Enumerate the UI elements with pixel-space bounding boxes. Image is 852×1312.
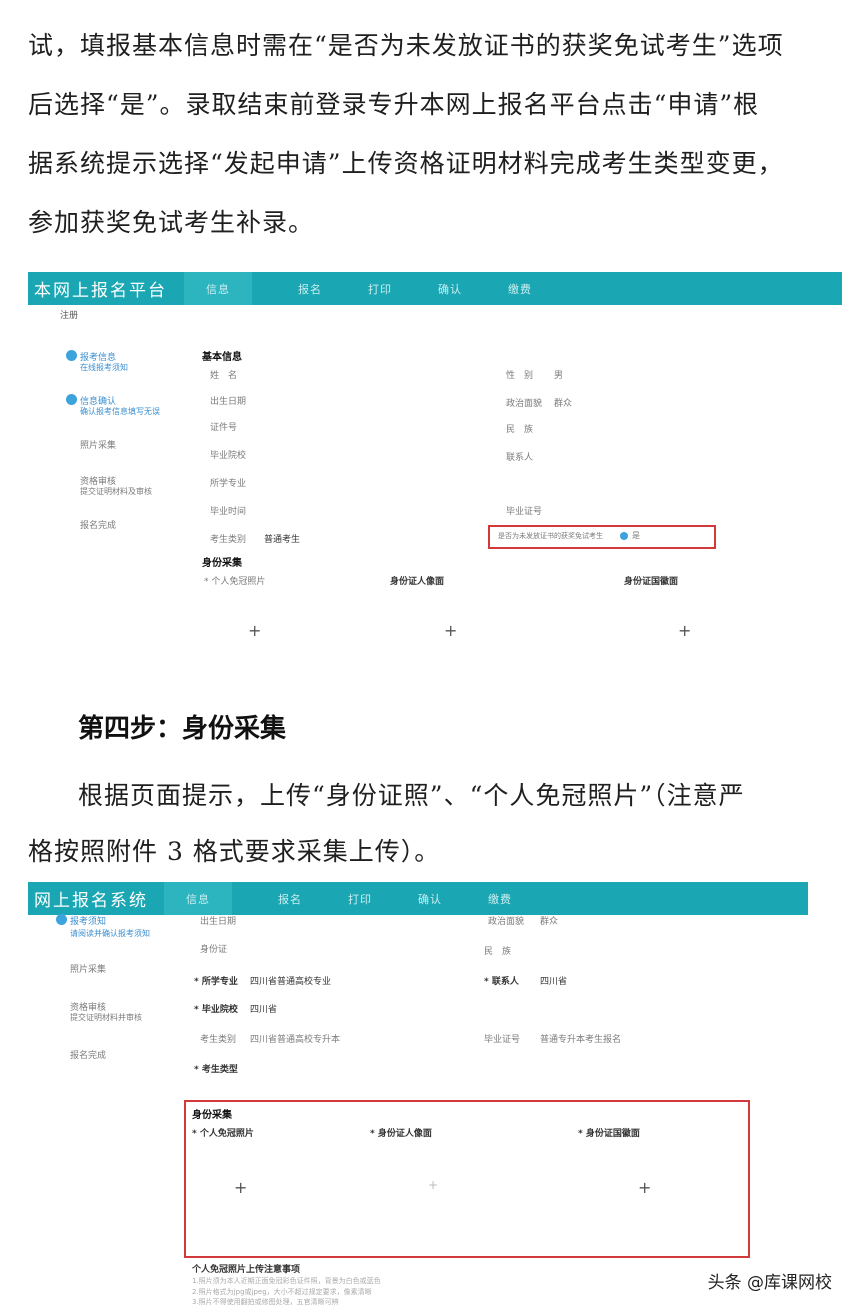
sidebar2-step-1[interactable]: 报考须知: [70, 914, 106, 927]
f2-label-politics: 政治面貌: [488, 917, 525, 927]
tab-confirm[interactable]: 确认: [438, 281, 462, 297]
tab2-confirm[interactable]: 确认: [418, 891, 442, 907]
radio-yes-label: 是: [632, 531, 640, 540]
tab-info[interactable]: 信息: [184, 272, 252, 305]
platform-title: 本网上报名平台: [34, 281, 167, 301]
field-label-ethnic: 民 族: [506, 425, 534, 435]
tab2-info[interactable]: 信息: [164, 882, 232, 915]
field-label-politics: 政治面貌: [506, 399, 543, 409]
screenshot-identity-collection: 网上报名系统 信息 报名 打印 确认 缴费 报考须知 请阅读并确认报考须知 照片…: [28, 882, 808, 1306]
f2-value-major: 四川省普通高校专业: [250, 977, 332, 987]
photo-note-3: 3.照片不得使用翻拍或修图处理，五官清晰可辨: [192, 1298, 339, 1306]
f2-value-cert: 普通专升本考生报名: [540, 1035, 622, 1045]
upload2-id-front-plus-icon[interactable]: +: [428, 1178, 438, 1192]
f2-label-birth: 出生日期: [200, 917, 237, 927]
f2-value-school: 四川省: [250, 1005, 278, 1015]
photo-note-2: 2.照片格式为jpg或jpeg，大小不超过规定要求，像素清晰: [192, 1288, 372, 1296]
intro-line-2: 后选择“是”。录取结束前登录专升本网上报名平台点击“申请”根: [28, 90, 760, 119]
top-nav-bar: 本网上报名平台 信息 报名 打印 确认 缴费: [28, 272, 842, 305]
screenshot-registration-form: 本网上报名平台 信息 报名 打印 确认 缴费 注册 报考信息 在线报考须知 信息…: [28, 272, 842, 658]
f2-label-contact: * 联系人: [484, 977, 519, 987]
sidebar2-step-2[interactable]: 照片采集: [70, 962, 106, 975]
field-value-politics: 群众: [554, 399, 573, 409]
step2-dot-1: [56, 914, 67, 925]
upload-label-id-back: 身份证国徽面: [624, 577, 679, 587]
step-dot-1: [66, 350, 77, 361]
photo-notes-title: 个人免冠照片上传注意事项: [192, 1265, 301, 1275]
field-label-major: 所学专业: [210, 479, 247, 489]
tab2-register[interactable]: 报名: [278, 891, 302, 907]
intro-line-3: 据系统提示选择“发起申请”上传资格证明材料完成考生类型变更，: [28, 149, 784, 178]
upload-photo-plus-icon[interactable]: +: [248, 621, 261, 640]
f2-label-ethnic: 民 族: [484, 947, 512, 957]
tab-print[interactable]: 打印: [368, 281, 392, 297]
field-label-gender: 性 别: [506, 371, 534, 381]
top-nav-bar-2: 网上报名系统 信息 报名 打印 确认 缴费: [28, 882, 808, 915]
f2-label-major: * 所学专业: [194, 977, 238, 987]
field-label-cert-no: 毕业证号: [506, 507, 543, 517]
section2-identity: 身份采集: [192, 1110, 232, 1121]
f2-value-category: 四川省普通高校专升本: [250, 1035, 341, 1045]
upload2-label-id-front: * 身份证人像面: [370, 1129, 432, 1139]
f2-label-cert: 毕业证号: [484, 1035, 521, 1045]
f2-label-school: * 毕业院校: [194, 1005, 238, 1015]
photo-note-1: 1.照片须为本人近期正面免冠彩色证件照，背景为白色或蓝色: [192, 1277, 381, 1285]
section-identity: 身份采集: [202, 558, 242, 569]
sidebar-step-5[interactable]: 报名完成: [80, 518, 116, 531]
upload-id-front-plus-icon[interactable]: +: [444, 621, 457, 640]
sidebar2-step-3-sub: 提交证明材料并审核: [70, 1013, 142, 1022]
field-value-category: 普通考生: [264, 535, 301, 545]
field-label-name: 姓 名: [210, 371, 238, 381]
f2-label-type: * 考生类型: [194, 1065, 238, 1075]
field-label-birth: 出生日期: [210, 397, 247, 407]
highlight-identity-upload: [184, 1100, 750, 1258]
system-title: 网上报名系统: [34, 891, 148, 911]
breadcrumb: 注册: [60, 311, 79, 321]
upload-label-photo: * 个人免冠照片: [204, 577, 266, 587]
field-value-gender: 男: [554, 371, 564, 381]
radio-yes-selected[interactable]: [620, 532, 628, 540]
tab-register[interactable]: 报名: [298, 281, 322, 297]
sidebar2-step-1-sub: 请阅读并确认报考须知: [70, 929, 150, 938]
step4-line-2: 格按照附件 3 格式要求采集上传）。: [28, 837, 441, 866]
field-label-id: 证件号: [210, 423, 238, 433]
upload-label-id-front: 身份证人像面: [390, 577, 445, 587]
step4-line-1: 根据页面提示，上传“身份证照”、“个人免冠照片”（注意严: [78, 781, 745, 810]
field-label-grad-time: 毕业时间: [210, 507, 247, 517]
intro-line-4: 参加获奖免试考生补录。: [28, 208, 315, 237]
sidebar-step-3[interactable]: 照片采集: [80, 438, 116, 451]
sidebar-step-1-sub: 在线报考须知: [80, 363, 128, 372]
field-label-school: 毕业院校: [210, 451, 247, 461]
upload-id-back-plus-icon[interactable]: +: [678, 621, 691, 640]
upload2-photo-plus-icon[interactable]: +: [234, 1178, 247, 1197]
tab2-print[interactable]: 打印: [348, 891, 372, 907]
step4-heading: 第四步：身份采集: [78, 714, 287, 744]
field-label-award-exempt: 是否为未发放证书的获奖免试考生: [498, 532, 603, 540]
sidebar2-step-4[interactable]: 报名完成: [70, 1048, 106, 1061]
upload2-id-back-plus-icon[interactable]: +: [638, 1178, 651, 1197]
f2-label-category: 考生类别: [200, 1035, 237, 1045]
section-basic-info: 基本信息: [202, 352, 242, 363]
field-label-category: 考生类别: [210, 535, 247, 545]
step-dot-2: [66, 394, 77, 405]
f2-value-contact: 四川省: [540, 977, 568, 987]
tab-pay[interactable]: 缴费: [508, 281, 532, 297]
f2-value-politics: 群众: [540, 917, 559, 927]
field-label-contact: 联系人: [506, 453, 534, 463]
sidebar-step-2-sub: 确认报考信息填写无误: [80, 407, 160, 416]
sidebar-step-4-sub: 提交证明材料及审核: [80, 487, 152, 496]
f2-label-idcard: 身份证: [200, 945, 228, 955]
upload2-label-photo: * 个人免冠照片: [192, 1129, 254, 1139]
tab2-pay[interactable]: 缴费: [488, 891, 512, 907]
upload2-label-id-back: * 身份证国徽面: [578, 1129, 640, 1139]
watermark: 头条 @库课网校: [707, 1273, 832, 1293]
intro-line-1: 试，填报基本信息时需在“是否为未发放证书的获奖免试考生”选项: [28, 31, 784, 60]
